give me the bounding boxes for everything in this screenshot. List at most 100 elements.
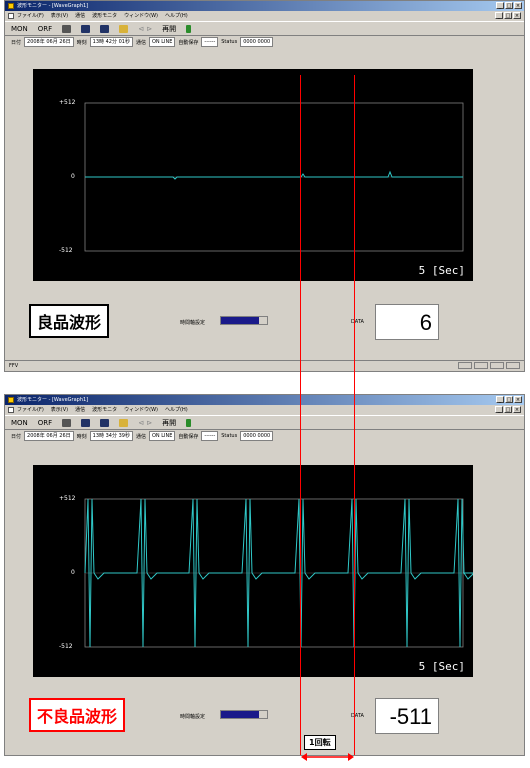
menu-bar: ファイル(F) 表示(V) 通信 波形モニタ ウィンドウ(W) ヘルプ(H) _… — [5, 11, 524, 21]
waveform-plot: +512 0 -512 5 [Sec] — [33, 465, 473, 677]
app-icon — [8, 3, 14, 9]
title-bar: 波形モニター - [WaveGraph1] _ □ × — [5, 395, 524, 405]
open-folder-icon[interactable] — [119, 24, 129, 33]
prev-icon[interactable]: ⊲ ⊳ — [138, 25, 152, 33]
menu-file[interactable]: ファイル(F) — [17, 11, 44, 21]
prev-icon[interactable]: ⊲ ⊳ — [138, 419, 152, 427]
y-min-label: -512 — [59, 643, 73, 650]
y-zero-label: 0 — [71, 569, 75, 576]
revolution-arrow-icon — [301, 753, 354, 761]
date-label: 日付 — [11, 39, 22, 46]
pin-icon[interactable] — [186, 24, 192, 33]
time-scale-label: 5 [Sec] — [418, 660, 465, 673]
y-max-label: +512 — [59, 99, 76, 106]
data-label: DATA — [351, 319, 364, 325]
minimize-button[interactable]: _ — [496, 2, 504, 9]
status-bar: FFV — [5, 360, 524, 371]
menu-wave-monitor[interactable]: 波形モニタ — [92, 405, 117, 415]
document-icon — [8, 13, 14, 19]
revolution-end-line — [354, 75, 355, 755]
autosave-label: 自動保存 — [178, 433, 199, 440]
maximize-button[interactable]: □ — [505, 2, 513, 9]
menu-comm[interactable]: 通信 — [75, 11, 85, 21]
waveform-plot: +512 0 -512 5 [Sec] — [33, 69, 473, 281]
info-bar: 日付 2008年 06月 26日 時刻 13時 34分 39秒 通信 ON LI… — [5, 430, 524, 442]
minimize-button[interactable]: _ — [496, 396, 504, 403]
save-icon[interactable] — [81, 418, 91, 427]
time-label: 時刻 — [76, 39, 87, 46]
status-label: Status — [221, 433, 238, 439]
status-label: Status — [221, 39, 238, 45]
menu-window[interactable]: ウィンドウ(W) — [124, 405, 158, 415]
maximize-button[interactable]: □ — [505, 396, 513, 403]
mon-button[interactable]: MON — [11, 25, 28, 33]
orf-button[interactable]: ORF — [38, 25, 52, 33]
time-axis-select[interactable] — [220, 710, 268, 719]
save-as-icon[interactable] — [100, 24, 110, 33]
comm-field: ON LINE — [148, 37, 176, 47]
time-field: 13時 42分 01秒 — [89, 37, 133, 47]
good-waveform-label: 良品波形 — [29, 304, 110, 338]
autosave-field: ------ — [201, 431, 219, 441]
title-bar: 波形モニター - [WaveGraph1] _ □ × — [5, 1, 524, 11]
close-button[interactable]: × — [514, 2, 522, 9]
good-waveform-window: 波形モニター - [WaveGraph1] _ □ × ファイル(F) 表示(V… — [4, 0, 525, 372]
date-label: 日付 — [11, 433, 22, 440]
comm-label: 通信 — [135, 433, 146, 440]
pin-icon[interactable] — [186, 418, 192, 427]
data-label: DATA — [351, 713, 364, 719]
window-title: 波形モニター - [WaveGraph1] — [17, 397, 89, 403]
orf-button[interactable]: ORF — [38, 419, 52, 427]
menu-window[interactable]: ウィンドウ(W) — [124, 11, 158, 21]
mon-button[interactable]: MON — [11, 419, 28, 427]
menu-help[interactable]: ヘルプ(H) — [165, 11, 188, 21]
y-max-label: +512 — [59, 495, 76, 502]
close-button[interactable]: × — [514, 396, 522, 403]
replay-button[interactable]: 再開 — [162, 418, 176, 428]
open-folder-icon[interactable] — [119, 418, 129, 427]
child-minimize-button[interactable]: _ — [495, 12, 503, 19]
menu-wave-monitor[interactable]: 波形モニタ — [92, 11, 117, 21]
info-bar: 日付 2008年 06月 26日 時刻 13時 42分 01秒 通信 ON LI… — [5, 36, 524, 48]
autosave-label: 自動保存 — [178, 39, 199, 46]
defective-waveform-label: 不良品波形 — [29, 698, 126, 732]
time-label: 時刻 — [76, 433, 87, 440]
child-close-button[interactable]: × — [513, 12, 521, 19]
status-field: 0000 0000 — [240, 431, 274, 441]
document-icon — [8, 407, 14, 413]
time-axis-setting-label: 時間軸設定 — [180, 714, 206, 720]
app-icon — [8, 397, 14, 403]
waveform-svg — [84, 102, 464, 252]
child-minimize-button[interactable]: _ — [495, 406, 503, 413]
time-axis-select[interactable] — [220, 316, 268, 325]
print-icon[interactable] — [62, 418, 72, 427]
save-as-icon[interactable] — [100, 418, 110, 427]
menu-view[interactable]: 表示(V) — [51, 11, 68, 21]
good-trace — [85, 170, 463, 180]
y-zero-label: 0 — [71, 173, 75, 180]
date-field: 2008年 06月 26日 — [24, 37, 74, 47]
menu-view[interactable]: 表示(V) — [51, 405, 68, 415]
time-scale-label: 5 [Sec] — [418, 264, 465, 277]
waveform-svg — [84, 498, 473, 648]
comm-label: 通信 — [135, 39, 146, 46]
menu-comm[interactable]: 通信 — [75, 405, 85, 415]
defective-waveform-window: 波形モニター - [WaveGraph1] _ □ × ファイル(F) 表示(V… — [4, 394, 525, 756]
status-text: FFV — [9, 363, 19, 369]
child-maximize-button[interactable]: □ — [504, 12, 512, 19]
menu-help[interactable]: ヘルプ(H) — [165, 405, 188, 415]
menu-bar: ファイル(F) 表示(V) 通信 波形モニタ ウィンドウ(W) ヘルプ(H) _… — [5, 405, 524, 415]
date-field: 2008年 06月 26日 — [24, 431, 74, 441]
menu-file[interactable]: ファイル(F) — [17, 405, 44, 415]
replay-button[interactable]: 再開 — [162, 24, 176, 34]
save-icon[interactable] — [81, 24, 91, 33]
toolbar: MON ORF ⊲ ⊳ 再開 — [5, 415, 524, 430]
window-title: 波形モニター - [WaveGraph1] — [17, 3, 89, 9]
revolution-start-line — [300, 75, 301, 755]
print-icon[interactable] — [62, 24, 72, 33]
child-close-button[interactable]: × — [513, 406, 521, 413]
data-value: 6 — [375, 304, 439, 340]
status-field: 0000 0000 — [240, 37, 274, 47]
child-maximize-button[interactable]: □ — [504, 406, 512, 413]
toolbar: MON ORF ⊲ ⊳ 再開 — [5, 21, 524, 36]
